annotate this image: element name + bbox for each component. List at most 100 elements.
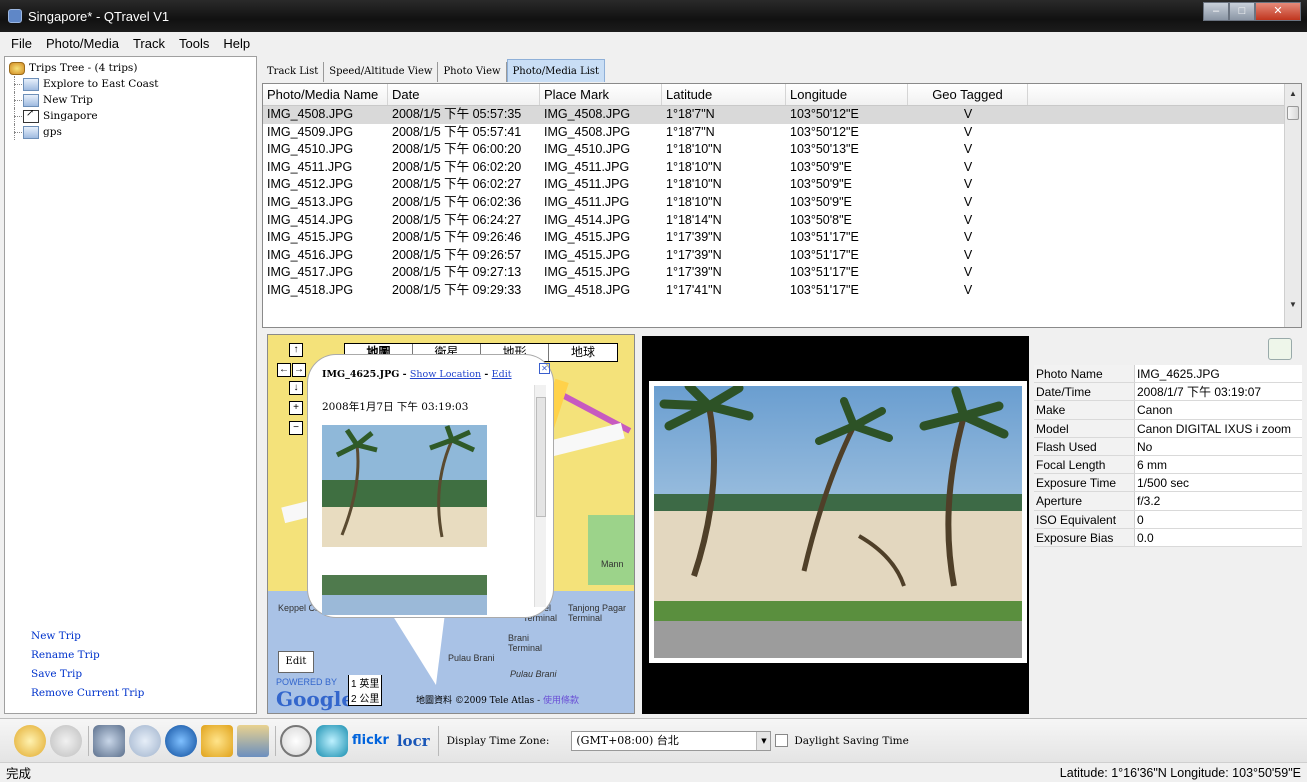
property-value[interactable]: Canon DIGITAL IXUS i zoom	[1135, 419, 1302, 437]
show-location-link[interactable]: Show Location	[410, 369, 481, 380]
table-row[interactable]: IMG_4516.JPG 2008/1/5 下午 09:26:57 IMG_4515…	[263, 247, 1301, 265]
minimize-button[interactable]: ‒	[1203, 2, 1229, 21]
pan-up-icon[interactable]: ↑	[289, 343, 303, 357]
globe-icon[interactable]	[165, 724, 197, 757]
map-label: Pulau Brani	[510, 669, 557, 679]
tree-item-new-trip[interactable]: New Trip	[9, 92, 252, 108]
popup-edit-link[interactable]: Edit	[492, 369, 512, 380]
property-value[interactable]: 0	[1135, 510, 1302, 528]
flickr-button[interactable]: flickr	[352, 733, 389, 748]
rename-trip-link[interactable]: Rename Trip	[31, 646, 144, 665]
terms-of-use-link[interactable]: 使用條款	[543, 696, 579, 706]
property-value[interactable]: 0.0	[1135, 528, 1302, 546]
pan-left-icon[interactable]: ←	[277, 363, 291, 377]
column-header[interactable]: Latitude	[662, 84, 786, 105]
popup-close-icon[interactable]: ✕	[539, 363, 550, 374]
popup-photo-thumbnail[interactable]	[322, 425, 487, 547]
popup-photo-thumbnail[interactable]	[322, 575, 487, 615]
status-bar: 完成 Latitude: 1°16'36"N Longitude: 103°50…	[0, 762, 1307, 782]
trip-icon	[23, 125, 39, 139]
trips-tree-icon	[9, 61, 25, 75]
table-row[interactable]: IMG_4514.JPG 2008/1/5 下午 06:24:27 IMG_4514…	[263, 212, 1301, 230]
properties-grid: Photo Name IMG_4625.JPG Date/Time 2008/1/7 …	[1034, 365, 1302, 547]
property-value[interactable]: 1/500 sec	[1135, 474, 1302, 492]
table-cell: 1°17'41"N	[666, 282, 722, 297]
property-value[interactable]: Canon	[1135, 401, 1302, 419]
toolbar-separator	[88, 725, 89, 756]
save-trip-link[interactable]: Save Trip	[31, 665, 144, 684]
tab-photo-media-list[interactable]: Photo/Media List	[506, 59, 606, 82]
maximize-button[interactable]: □	[1229, 2, 1255, 21]
column-header[interactable]: Geo Tagged	[908, 84, 1028, 105]
map-type-earth[interactable]: 地球	[549, 344, 617, 361]
scroll-thumb[interactable]	[1287, 106, 1299, 120]
menu-help[interactable]: Help	[216, 36, 257, 51]
clock-icon[interactable]	[280, 724, 312, 757]
tab-speed-altitude[interactable]: Speed/Altitude View	[324, 62, 439, 82]
popup-scrollbar[interactable]	[534, 385, 546, 607]
table-cell: 2008/1/5 下午 09:27:13	[392, 265, 522, 280]
camera-sync-icon[interactable]	[316, 724, 348, 757]
property-row: Make Canon	[1034, 401, 1302, 420]
table-row[interactable]: IMG_4510.JPG 2008/1/5 下午 06:00:20 IMG_4510…	[263, 141, 1301, 159]
property-value[interactable]: IMG_4625.JPG	[1135, 365, 1302, 383]
table-cell: 1°18'10"N	[666, 159, 722, 174]
table-row[interactable]: IMG_4518.JPG 2008/1/5 下午 09:29:33 IMG_4518…	[263, 282, 1301, 300]
pan-down-icon[interactable]: ↓	[289, 381, 303, 395]
forward-icon[interactable]	[50, 724, 82, 757]
table-row[interactable]: IMG_4517.JPG 2008/1/5 下午 09:27:13 IMG_4515…	[263, 264, 1301, 282]
table-row[interactable]: IMG_4509.JPG 2008/1/5 下午 05:57:41 IMG_4508…	[263, 124, 1301, 142]
open-folder-icon[interactable]	[201, 724, 233, 757]
map-view[interactable]: Keppel Club Keppel Terminal Tanjong Paga…	[267, 334, 635, 714]
zoom-out-icon[interactable]: −	[289, 421, 303, 435]
table-scrollbar[interactable]: ▲ ▼	[1284, 84, 1301, 327]
property-value[interactable]: No	[1135, 437, 1302, 455]
gps-device-icon[interactable]	[93, 724, 125, 757]
new-trip-link[interactable]: New Trip	[31, 627, 144, 646]
remove-current-trip-link[interactable]: Remove Current Trip	[31, 684, 144, 703]
menu-track[interactable]: Track	[126, 36, 172, 51]
property-value[interactable]: 2008/1/7 下午 03:19:07	[1135, 383, 1302, 401]
photo-image[interactable]	[654, 386, 1022, 658]
close-button[interactable]: ✕	[1255, 2, 1301, 21]
chevron-down-icon[interactable]: ▼	[756, 731, 771, 750]
menu-file[interactable]: File	[4, 36, 39, 51]
tree-root[interactable]: Trips Tree - (4 trips)	[9, 60, 252, 76]
timezone-select[interactable]: (GMT+08:00) 台北 ▼	[571, 730, 772, 751]
daylight-saving-checkbox[interactable]	[775, 734, 789, 747]
menu-tools[interactable]: Tools	[172, 36, 216, 51]
zoom-in-icon[interactable]: +	[289, 401, 303, 415]
map-edit-button[interactable]: Edit	[278, 651, 314, 673]
table-row[interactable]: IMG_4515.JPG 2008/1/5 下午 09:26:46 IMG_4515…	[263, 229, 1301, 247]
recycle-icon[interactable]	[1268, 338, 1292, 360]
satellite-icon[interactable]	[129, 724, 161, 757]
property-row: Focal Length 6 mm	[1034, 455, 1302, 475]
menu-photo-media[interactable]: Photo/Media	[39, 36, 126, 51]
table-row[interactable]: IMG_4512.JPG 2008/1/5 下午 06:02:27 IMG_4511…	[263, 176, 1301, 194]
table-cell: V	[963, 282, 973, 297]
scroll-down-icon[interactable]: ▼	[1285, 297, 1301, 313]
tree-item-explore-east-coast[interactable]: Explore to East Coast	[9, 76, 252, 92]
column-header[interactable]: Longitude	[786, 84, 908, 105]
map-scale: 1 英里 2 公里	[348, 675, 383, 706]
column-header[interactable]: Date	[388, 84, 540, 105]
property-value[interactable]: 6 mm	[1135, 455, 1302, 474]
table-row[interactable]: IMG_4513.JPG 2008/1/5 下午 06:02:36 IMG_4511…	[263, 194, 1301, 212]
tab-track-list[interactable]: Track List	[262, 62, 325, 82]
photo-popup: IMG_4625.JPG - Show Location - Edit ✕ 20…	[308, 355, 553, 617]
table-row[interactable]: IMG_4511.JPG 2008/1/5 下午 06:02:20 IMG_4511…	[263, 159, 1301, 177]
column-header[interactable]: Place Mark	[540, 84, 662, 105]
map-copyright: 地圖資料 ©2009 Tele Atlas - 使用條款	[416, 696, 579, 706]
photos-icon[interactable]	[237, 724, 269, 757]
locr-button[interactable]: locr	[397, 732, 430, 750]
property-value[interactable]: f/3.2	[1135, 492, 1302, 510]
back-icon[interactable]	[14, 724, 46, 757]
column-header[interactable]: Photo/Media Name	[263, 84, 388, 105]
tab-photo-view[interactable]: Photo View	[438, 62, 507, 82]
property-row: Exposure Time 1/500 sec	[1034, 474, 1302, 493]
tree-item-gps[interactable]: gps	[9, 124, 252, 140]
tree-item-singapore[interactable]: Singapore	[9, 108, 252, 124]
pan-right-icon[interactable]: →	[292, 363, 306, 377]
scroll-up-icon[interactable]: ▲	[1285, 86, 1301, 102]
table-row[interactable]: IMG_4508.JPG 2008/1/5 下午 05:57:35 IMG_4508…	[263, 106, 1301, 124]
